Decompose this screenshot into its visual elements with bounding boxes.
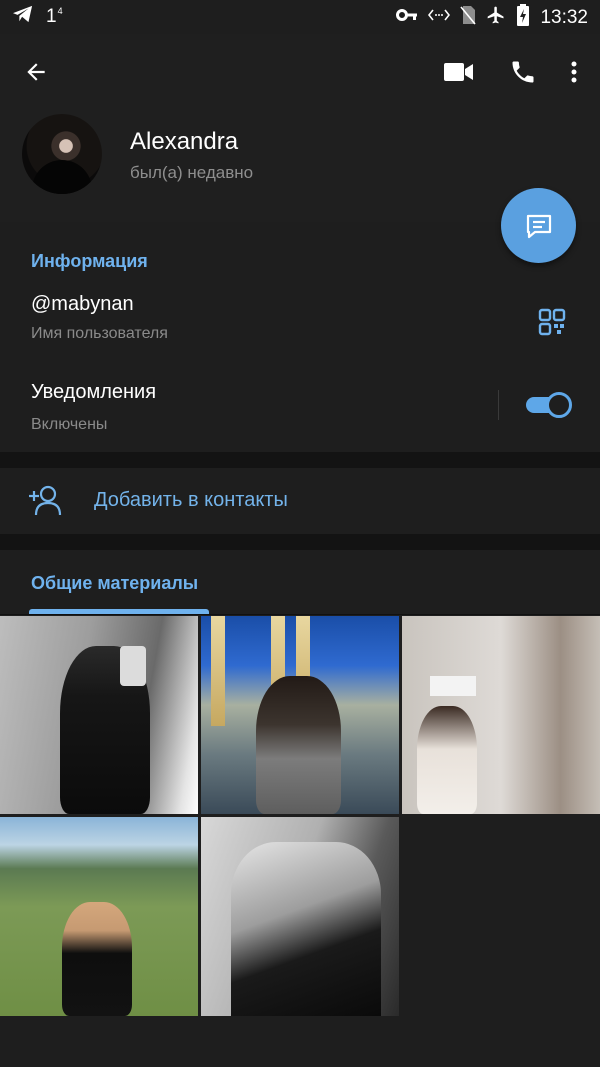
user-status: был(а) недавно xyxy=(130,163,254,182)
arrow-left-icon xyxy=(27,63,45,81)
add-user-icon xyxy=(29,485,62,516)
more-options-button[interactable] xyxy=(562,52,586,92)
tab-shared-media[interactable]: Общие материалы xyxy=(31,573,198,594)
qr-code-button[interactable] xyxy=(530,300,574,344)
no-sim-icon xyxy=(460,5,477,30)
status-number: 14 xyxy=(46,5,63,27)
photo-ac-unit xyxy=(430,676,476,696)
media-photo-5[interactable] xyxy=(201,817,399,1016)
media-photo-3[interactable] xyxy=(402,616,600,814)
username-value[interactable]: @mabynan xyxy=(31,293,134,316)
back-button[interactable] xyxy=(18,54,54,90)
video-call-button[interactable] xyxy=(434,52,484,92)
photo-pillar xyxy=(211,616,225,726)
photo-person xyxy=(62,902,132,1016)
username-label: Имя пользователя xyxy=(31,325,168,342)
status-bar: 14 13:32 xyxy=(0,0,600,34)
avatar[interactable] xyxy=(22,114,102,194)
battery-charging-icon xyxy=(516,4,530,31)
info-section: Информация @mabynan Имя пользователя Уве… xyxy=(0,222,600,452)
phone-call-button[interactable] xyxy=(498,52,548,92)
status-time: 13:32 xyxy=(540,6,588,28)
info-section-title: Информация xyxy=(31,251,148,271)
user-name: Alexandra xyxy=(130,128,239,155)
message-icon xyxy=(526,214,551,238)
photo-person xyxy=(231,842,381,1016)
shared-media-section: Общие материалы xyxy=(0,550,600,1067)
photo-person xyxy=(256,676,341,814)
phone-icon xyxy=(512,61,534,83)
key-icon xyxy=(396,7,418,28)
data-sync-icon xyxy=(428,7,451,28)
add-to-contacts-label: Добавить в контакты xyxy=(94,489,288,511)
media-photo-4[interactable] xyxy=(0,817,198,1016)
divider xyxy=(498,390,499,420)
toggle-knob xyxy=(546,392,572,418)
notifications-toggle[interactable] xyxy=(526,391,572,419)
tab-divider xyxy=(0,614,600,615)
video-call-icon xyxy=(444,63,473,81)
notifications-status: Включены xyxy=(31,416,108,433)
airplane-icon xyxy=(486,5,506,30)
qr-code-icon xyxy=(538,308,566,336)
add-to-contacts-row[interactable]: Добавить в контакты xyxy=(0,468,600,534)
media-photo-2[interactable] xyxy=(201,616,399,814)
telegram-icon xyxy=(12,4,34,29)
photo-phone xyxy=(120,646,146,686)
photo-person xyxy=(417,706,477,814)
notifications-title[interactable]: Уведомления xyxy=(31,381,156,404)
profile-header: Alexandra был(а) недавно xyxy=(0,34,600,222)
more-vert-icon xyxy=(571,61,577,83)
send-message-button[interactable] xyxy=(501,188,576,263)
media-photo-1[interactable] xyxy=(0,616,198,814)
